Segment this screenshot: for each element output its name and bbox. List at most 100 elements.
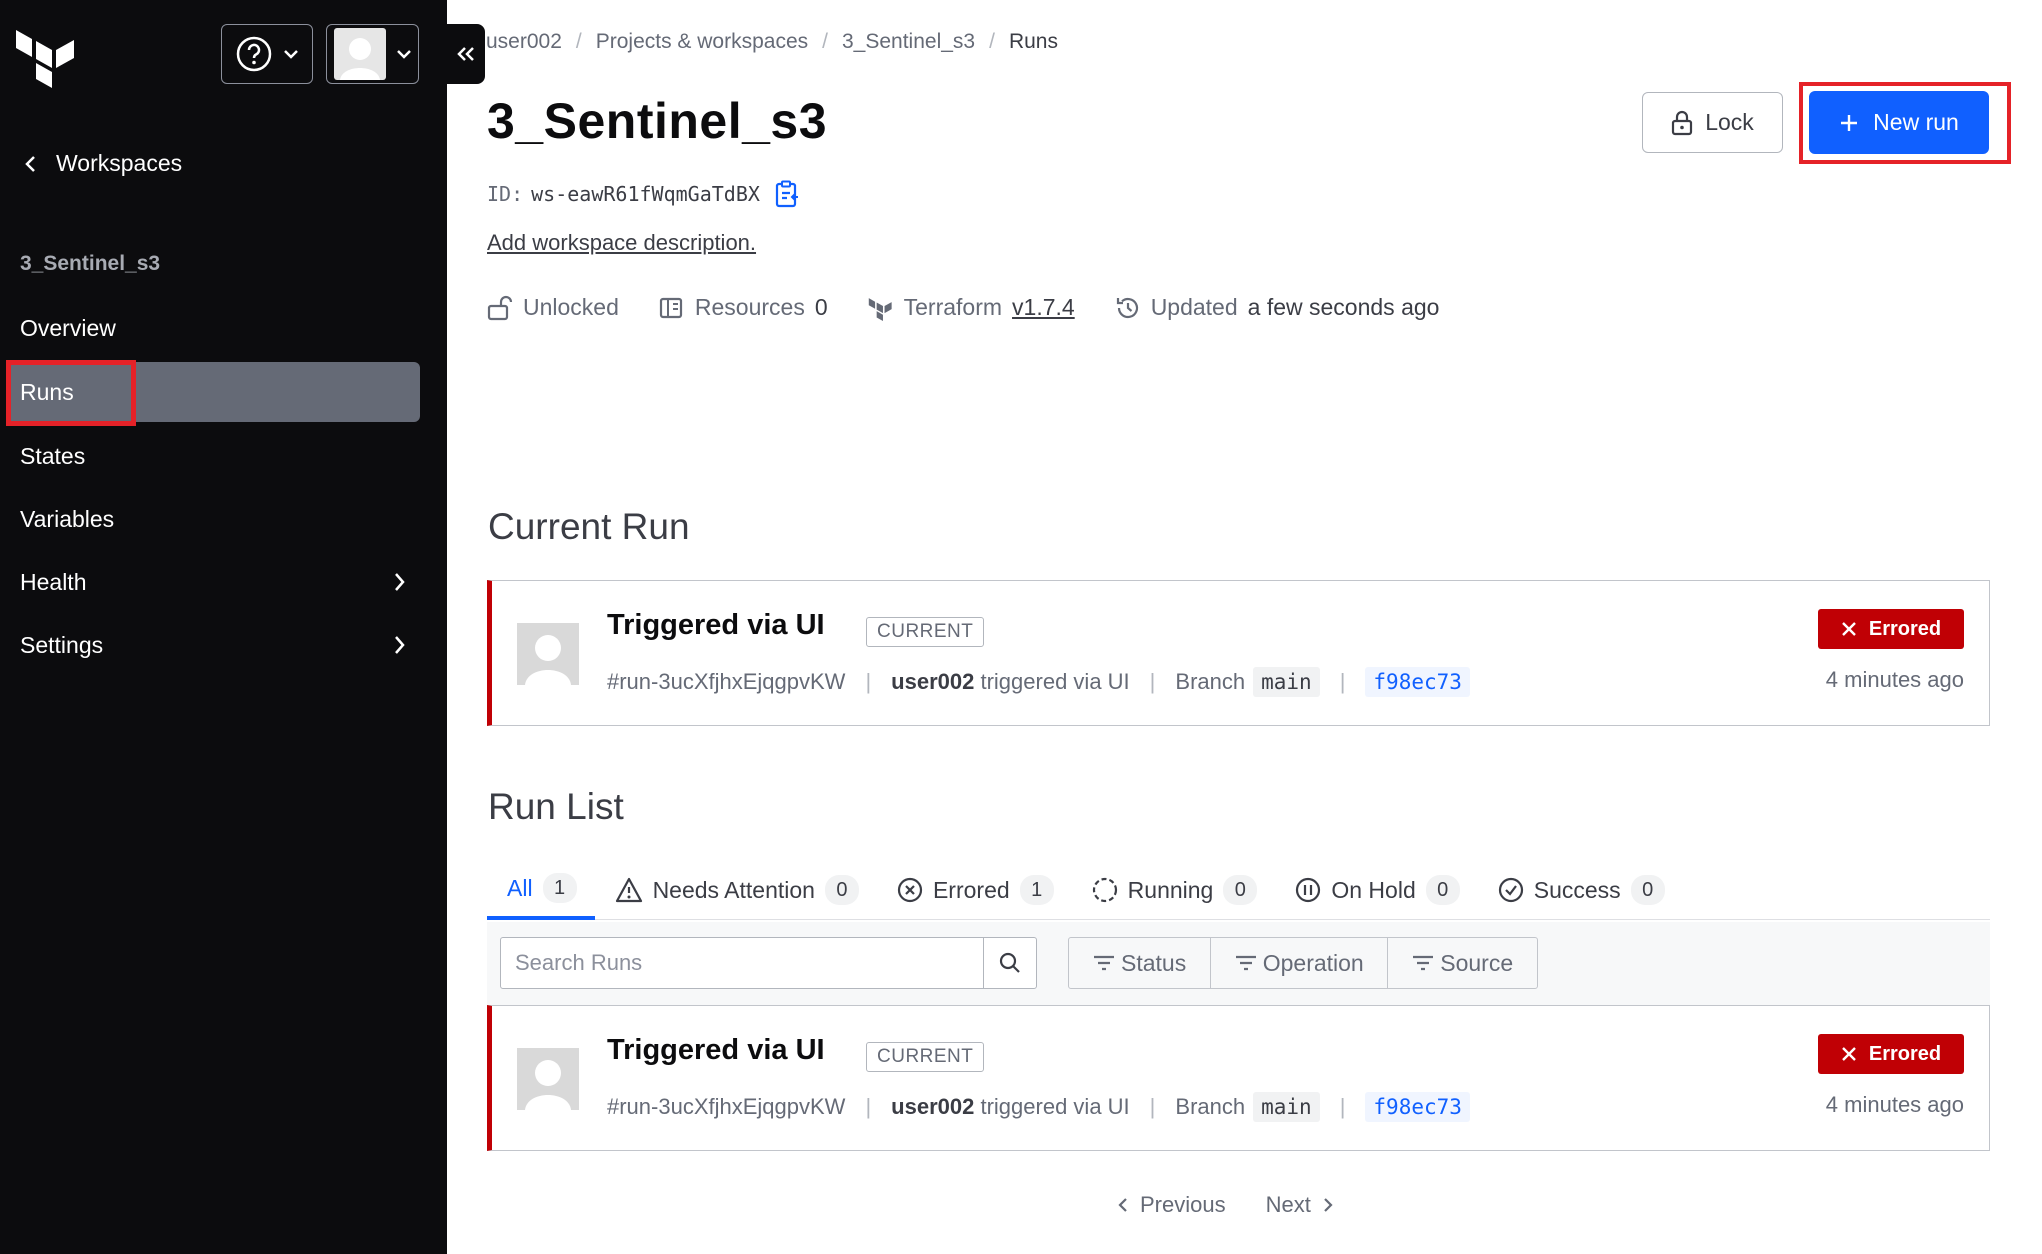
tab-label: Errored [932,876,1010,903]
tab-on-hold[interactable]: On Hold 0 [1275,872,1477,920]
collapse-sidebar-button[interactable] [447,24,485,84]
lock-status-label: Unlocked [523,294,619,320]
breadcrumb-separator: / [822,30,828,53]
previous-label: Previous [1140,1192,1226,1217]
filter-icon [1413,955,1434,971]
tab-count: 0 [1630,875,1665,905]
x-circle-icon [897,877,923,903]
status-badge: Errored [1818,609,1964,649]
branch-label: Branch [1175,669,1246,694]
current-tag: CURRENT [866,1042,985,1072]
new-run-highlight-box [1799,82,2011,164]
run-title[interactable]: Triggered via UI [607,609,825,642]
lock-button-label: Lock [1705,109,1754,135]
x-icon [1842,1047,1856,1061]
run-id: #run-3ucXfjhxEjqgpvKW [607,1094,846,1119]
separator: | [1339,669,1346,694]
commit-sha-link[interactable]: f98ec73 [1365,667,1470,697]
help-icon [236,36,272,72]
check-circle-icon [1498,877,1523,903]
help-menu-button[interactable] [221,24,313,84]
sidebar-item-states[interactable]: States [8,426,420,486]
terraform-icon [868,297,892,321]
source-filter-button[interactable]: Source [1387,937,1539,989]
chevron-right-icon [1324,1198,1333,1212]
breadcrumb-current: Runs [1008,30,1058,53]
tab-success[interactable]: Success 0 [1478,872,1683,920]
user-menu-button[interactable] [326,24,419,84]
run-filter-bar: Search Runs Status Operation Source [487,922,1990,1006]
breadcrumb-projects[interactable]: Projects & workspaces [596,30,808,54]
filter-label: Status [1121,949,1187,976]
app-root: Workspaces 3_Sentinel_s3 Overview Runs S… [0,0,2042,1254]
runs-highlight-box [6,360,136,426]
commit-sha-link[interactable]: f98ec73 [1365,1092,1470,1122]
breadcrumb-workspace[interactable]: 3_Sentinel_s3 [842,30,975,54]
breadcrumb-org[interactable]: user002 [486,30,562,54]
status-filter-button[interactable]: Status [1068,937,1212,989]
sidebar-item-settings[interactable]: Settings [8,615,420,675]
workspace-id-label: ID: [487,182,524,206]
status-badge-label: Errored [1868,617,1942,640]
run-user: user002 [891,669,975,694]
add-description-link[interactable]: Add workspace description. [487,230,756,256]
warning-icon [615,877,642,903]
run-time: 4 minutes ago [1825,667,1964,692]
filter-icon [1094,955,1114,971]
resources-value: 0 [814,294,828,320]
double-chevron-left-icon [457,47,474,61]
sidebar-item-label: Variables [20,505,115,532]
next-page-button[interactable]: Next [1266,1192,1333,1218]
unlocked-icon [487,295,513,320]
terraform-label: Terraform [903,294,1003,320]
tab-count: 1 [542,873,577,903]
tab-errored[interactable]: Errored 1 [877,872,1072,920]
workspace-meta: Unlocked Resources 0 Terraform v1.7.4 Up… [487,294,1439,321]
tab-running[interactable]: Running 0 [1072,872,1276,920]
resources-icon [659,297,682,318]
breadcrumb-separator: / [575,30,582,53]
lock-button[interactable]: Lock [1642,92,1783,153]
sidebar-item-health[interactable]: Health [8,552,420,612]
sidebar-workspace-name: 3_Sentinel_s3 [20,252,161,275]
tab-count: 0 [824,875,859,905]
sidebar-item-overview[interactable]: Overview [8,298,420,358]
tab-needs-attention[interactable]: Needs Attention 0 [595,872,877,920]
separator: | [1149,1094,1156,1119]
sidebar-item-label: States [20,442,86,469]
tab-label: On Hold [1331,876,1416,903]
branch-name: main [1253,1092,1320,1122]
sidebar-item-label: Health [20,568,87,595]
current-tag: CURRENT [866,617,985,647]
search-runs-input[interactable]: Search Runs [500,937,984,989]
back-to-workspaces-link[interactable]: Workspaces [24,150,182,177]
tab-count: 0 [1425,875,1460,905]
branch-name: main [1253,667,1320,697]
tab-label: Running [1127,876,1214,903]
copy-icon[interactable] [774,180,800,208]
terraform-version-link[interactable]: v1.7.4 [1012,294,1075,321]
run-trigger: triggered via UI [980,669,1130,694]
sidebar-item-variables[interactable]: Variables [8,489,420,549]
tab-all[interactable]: All 1 [487,872,595,920]
run-list-item[interactable]: Triggered via UI CURRENT #run-3ucXfjhxEj… [487,1005,1990,1151]
run-title[interactable]: Triggered via UI [607,1034,825,1067]
chevron-down-icon [284,50,298,59]
lock-icon [1672,110,1693,135]
pause-circle-icon [1296,877,1321,903]
resources-label: Resources [694,294,805,320]
updated-time: Updated a few seconds ago [1115,294,1439,321]
current-run-card[interactable]: Triggered via UI CURRENT #run-3ucXfjhxEj… [487,580,1990,726]
avatar [517,1048,579,1110]
previous-page-button[interactable]: Previous [1118,1192,1226,1218]
filter-label: Source [1440,949,1514,976]
sidebar: Workspaces 3_Sentinel_s3 Overview Runs S… [0,0,447,1254]
separator: | [865,669,872,694]
updated-label: Updated [1150,294,1238,320]
run-time: 4 minutes ago [1825,1092,1964,1117]
terraform-logo-icon[interactable] [16,22,78,88]
history-icon [1116,297,1138,318]
search-button[interactable] [983,937,1037,989]
operation-filter-button[interactable]: Operation [1209,937,1389,989]
pagination: Previous Next [1118,1192,1333,1218]
